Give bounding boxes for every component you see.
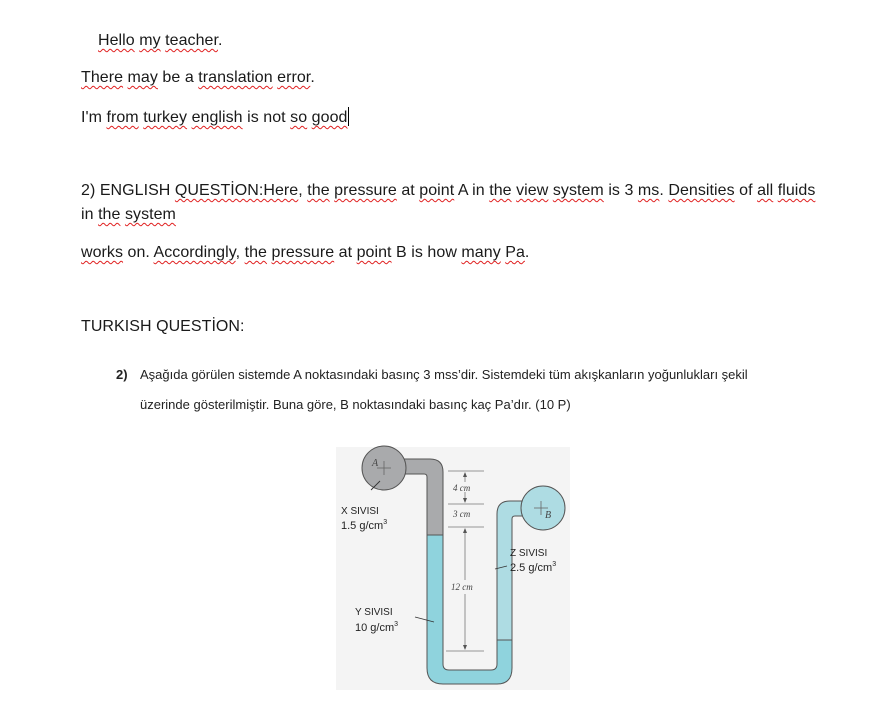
fluid-z-name: Z SIVISI: [510, 548, 547, 559]
fluid-y-density: 10 g/cm3: [355, 621, 398, 634]
dim-12cm: 12 cm: [451, 582, 473, 592]
fluid-z-density: 2.5 g/cm3: [510, 561, 556, 574]
fluid-x-density: 1.5 g/cm3: [341, 519, 387, 532]
point-b-label: B: [545, 510, 551, 521]
fluid-y-name: Y SIVISI: [355, 607, 393, 618]
point-a-label: A: [371, 458, 379, 469]
manometer-diagram: A B 4 cm 3 cm 12 cm X SIVISI 1.5 g/cm3 Z…: [336, 445, 570, 690]
fluid-x-name: X SIVISI: [341, 506, 379, 517]
dim-3cm: 3 cm: [452, 509, 471, 519]
dim-4cm: 4 cm: [453, 483, 471, 493]
